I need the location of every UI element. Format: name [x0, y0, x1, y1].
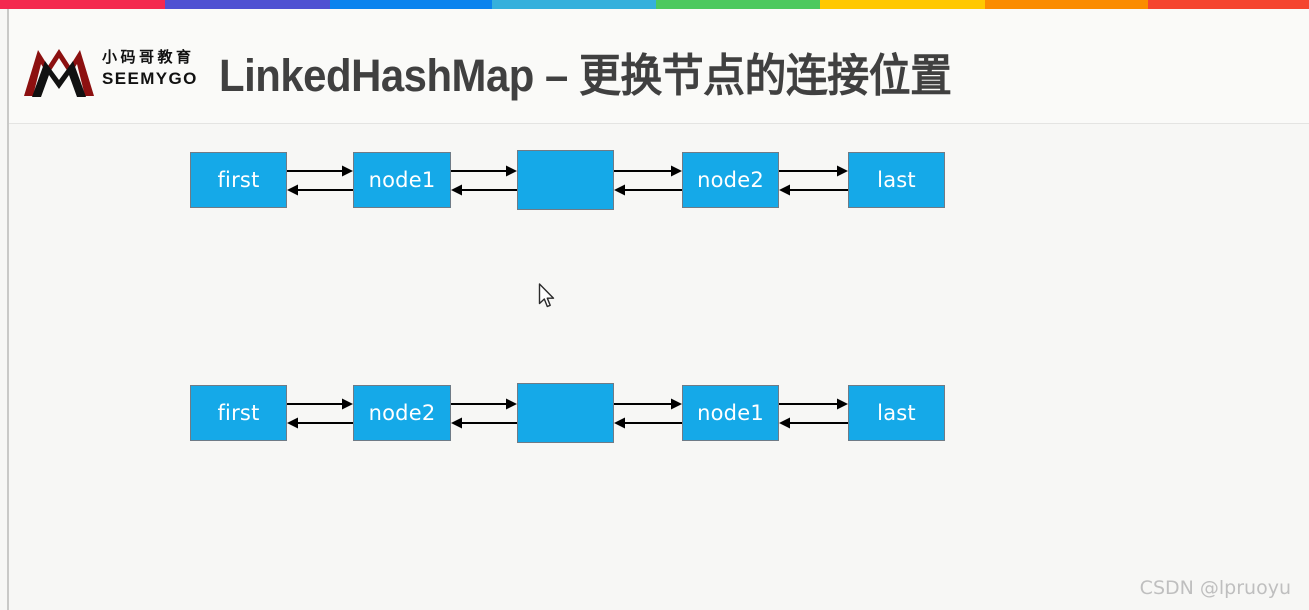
page-title: LinkedHashMap – 更换节点的连接位置	[219, 50, 952, 101]
linked-list-after: first node2 node1 last	[0, 378, 1309, 448]
segment-cyan	[492, 0, 656, 9]
node-box-node1: node1	[353, 152, 451, 208]
node-link-arrows	[451, 152, 517, 216]
node-box-node2: node2	[353, 385, 451, 441]
node-box-node2: node2	[682, 152, 779, 208]
page-left-border	[7, 9, 9, 610]
segment-yellow	[820, 0, 985, 9]
segment-blue	[330, 0, 492, 9]
watermark-text: CSDN @lpruoyu	[1139, 577, 1291, 599]
seemygo-logo: 小码哥教育 SEEMYGO	[22, 42, 200, 100]
node-link-arrows	[451, 385, 517, 449]
node-link-arrows	[287, 152, 353, 216]
node-box-node1: node1	[682, 385, 779, 441]
node-box-first: first	[190, 385, 287, 441]
node-box-empty	[517, 383, 614, 443]
node-link-arrows	[779, 152, 848, 216]
node-box-last: last	[848, 152, 945, 208]
segment-red	[0, 0, 165, 9]
linked-list-before: first node1 node2 last	[0, 145, 1309, 215]
segment-violet	[165, 0, 330, 9]
node-link-arrows	[614, 152, 682, 216]
logo-chinese-text: 小码哥教育	[102, 48, 195, 66]
logo-english-text: SEEMYGO	[102, 69, 198, 88]
node-box-last: last	[848, 385, 945, 441]
seemygo-mountain-mark	[24, 49, 94, 97]
node-link-arrows	[614, 385, 682, 449]
node-box-empty	[517, 150, 614, 210]
mouse-pointer-icon	[538, 283, 555, 308]
node-link-arrows	[287, 385, 353, 449]
node-box-first: first	[190, 152, 287, 208]
logo-wordmark: 小码哥教育 SEEMYGO	[102, 46, 200, 96]
node-link-arrows	[779, 385, 848, 449]
presentation-slide: 小码哥教育 SEEMYGO LinkedHashMap – 更换节点的连接位置 …	[0, 0, 1309, 610]
color-accent-bar	[0, 0, 1309, 9]
segment-red-bright	[1148, 0, 1309, 9]
segment-orange	[985, 0, 1148, 9]
segment-green	[656, 0, 820, 9]
